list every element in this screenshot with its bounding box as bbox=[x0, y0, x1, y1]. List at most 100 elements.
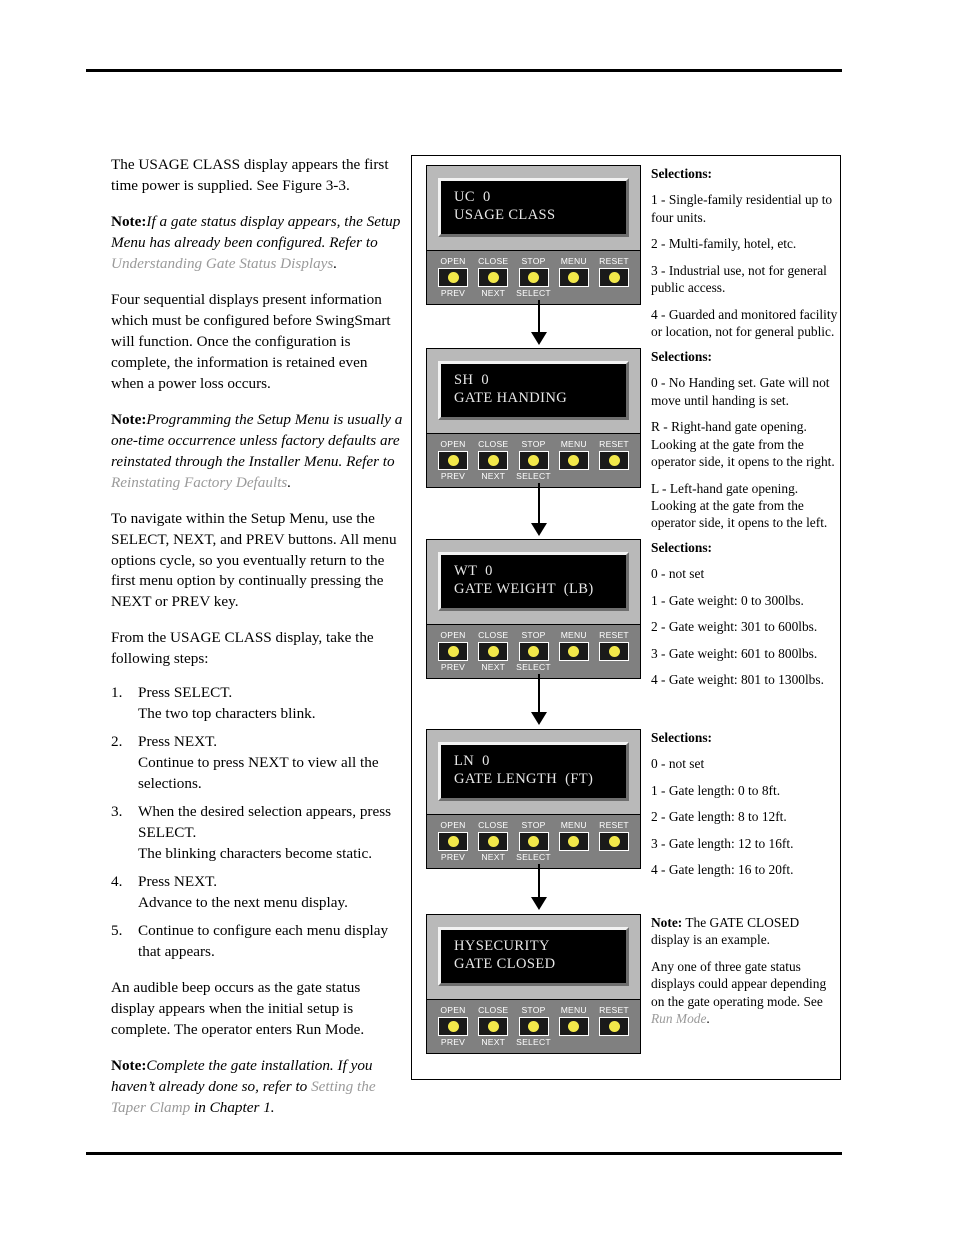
key-button[interactable] bbox=[599, 641, 629, 661]
key-button[interactable] bbox=[599, 831, 629, 851]
key-bottom-label bbox=[596, 1037, 632, 1048]
key-button[interactable] bbox=[438, 267, 468, 287]
key-button[interactable] bbox=[558, 267, 589, 287]
key-open-prev[interactable]: OPEN PREV bbox=[435, 1005, 471, 1048]
operator-panel: WT 0 GATE WEIGHT (LB) OPEN PREV CLOSE NE… bbox=[426, 539, 641, 679]
side-note-gate-closed: Note: The GATE CLOSED display is an exam… bbox=[651, 914, 841, 1028]
key-top-label: MENU bbox=[560, 255, 587, 266]
key-button[interactable] bbox=[518, 267, 549, 287]
step-line: Press NEXT. bbox=[138, 873, 218, 891]
led-icon bbox=[447, 645, 459, 657]
key-reset[interactable]: RESET bbox=[596, 256, 632, 299]
body-text-column: The USAGE CLASS display appears the firs… bbox=[111, 155, 403, 1134]
key-button[interactable] bbox=[599, 1016, 629, 1036]
flow-arrow bbox=[531, 864, 547, 910]
key-button[interactable] bbox=[438, 831, 468, 851]
key-menu[interactable]: MENU bbox=[556, 256, 592, 299]
keypad: OPEN PREV CLOSE NEXT STOP SELECT MENU RE… bbox=[427, 998, 640, 1053]
arrow-head-icon bbox=[531, 712, 547, 725]
key-bottom-label bbox=[556, 471, 592, 482]
key-top-label: STOP bbox=[521, 438, 546, 449]
key-button[interactable] bbox=[438, 450, 468, 470]
key-top-label: CLOSE bbox=[478, 1004, 509, 1015]
key-button[interactable] bbox=[558, 450, 589, 470]
key-stop-select[interactable]: STOP SELECT bbox=[516, 820, 552, 863]
key-reset[interactable]: RESET bbox=[596, 1005, 632, 1048]
key-stop-select[interactable]: STOP SELECT bbox=[516, 439, 552, 482]
side-note-heading: Note: The GATE CLOSED display is an exam… bbox=[651, 914, 841, 949]
key-button[interactable] bbox=[558, 831, 589, 851]
cross-reference-link[interactable]: Understanding Gate Status Displays bbox=[111, 255, 333, 272]
key-stop-select[interactable]: STOP SELECT bbox=[516, 1005, 552, 1048]
key-close-next[interactable]: CLOSE NEXT bbox=[475, 439, 511, 482]
key-menu[interactable]: MENU bbox=[556, 630, 592, 673]
side-item: 1 - Gate weight: 0 to 300lbs. bbox=[651, 592, 804, 608]
key-button[interactable] bbox=[518, 1016, 549, 1036]
arrow-shaft bbox=[537, 300, 541, 332]
step-body: Press NEXT. Continue to press NEXT to vi… bbox=[138, 732, 403, 795]
operator-panel: SH 0 GATE HANDING OPEN PREV CLOSE NEXT S… bbox=[426, 348, 641, 488]
led-icon bbox=[487, 645, 499, 657]
key-bottom-label: SELECT bbox=[516, 470, 551, 481]
note-gate-status-display: Note:If a gate status display appears, t… bbox=[111, 212, 403, 275]
note-label: Note: bbox=[111, 1056, 147, 1074]
lcd-display: LN 0 GATE LENGTH (FT) bbox=[438, 742, 629, 801]
key-open-prev[interactable]: OPEN PREV bbox=[435, 820, 471, 863]
key-close-next[interactable]: CLOSE NEXT bbox=[475, 630, 511, 673]
key-top-label: MENU bbox=[560, 1004, 587, 1015]
key-button[interactable] bbox=[478, 641, 509, 661]
key-button[interactable] bbox=[478, 267, 509, 287]
led-icon bbox=[528, 1020, 539, 1032]
paragraph-intro: The USAGE CLASS display appears the firs… bbox=[111, 156, 389, 194]
key-close-next[interactable]: CLOSE NEXT bbox=[475, 820, 511, 863]
key-reset[interactable]: RESET bbox=[596, 820, 632, 863]
side-item: 3 - Gate length: 12 to 16ft. bbox=[651, 835, 794, 851]
key-bottom-label bbox=[596, 471, 632, 482]
figure-setup-menu-flow: UC 0 USAGE CLASS OPEN PREV CLOSE NEXT ST… bbox=[411, 155, 841, 1080]
key-bottom-label bbox=[556, 662, 592, 673]
key-menu[interactable]: MENU bbox=[556, 439, 592, 482]
key-stop-select[interactable]: STOP SELECT bbox=[516, 630, 552, 673]
key-reset[interactable]: RESET bbox=[596, 630, 632, 673]
key-button[interactable] bbox=[558, 1016, 589, 1036]
key-menu[interactable]: MENU bbox=[556, 820, 592, 863]
page-header-rule bbox=[86, 69, 842, 72]
key-button[interactable] bbox=[438, 1016, 468, 1036]
key-open-prev[interactable]: OPEN PREV bbox=[435, 630, 471, 673]
key-top-label: STOP bbox=[521, 819, 546, 830]
led-icon bbox=[447, 271, 459, 283]
key-open-prev[interactable]: OPEN PREV bbox=[435, 439, 471, 482]
led-icon bbox=[487, 835, 499, 847]
key-bottom-label: PREV bbox=[440, 470, 466, 481]
cross-reference-link[interactable]: Reinstating Factory Defaults bbox=[111, 474, 287, 491]
key-bottom-label: PREV bbox=[440, 1036, 466, 1047]
key-button[interactable] bbox=[438, 641, 468, 661]
key-menu[interactable]: MENU bbox=[556, 1005, 592, 1048]
arrow-shaft bbox=[537, 674, 541, 712]
key-button[interactable] bbox=[558, 641, 589, 661]
key-button[interactable] bbox=[478, 450, 509, 470]
key-top-label: OPEN bbox=[440, 255, 466, 266]
key-stop-select[interactable]: STOP SELECT bbox=[516, 256, 552, 299]
key-button[interactable] bbox=[478, 831, 509, 851]
cross-reference-link[interactable]: Run Mode bbox=[651, 1011, 706, 1026]
key-bottom-label: NEXT bbox=[481, 661, 506, 672]
key-close-next[interactable]: CLOSE NEXT bbox=[475, 256, 511, 299]
key-reset[interactable]: RESET bbox=[596, 439, 632, 482]
key-button[interactable] bbox=[599, 450, 629, 470]
panel-screen-area: WT 0 GATE WEIGHT (LB) bbox=[427, 540, 640, 624]
keypad: OPEN PREV CLOSE NEXT STOP SELECT MENU RE… bbox=[427, 249, 640, 304]
key-top-label: STOP bbox=[521, 255, 546, 266]
key-open-prev[interactable]: OPEN PREV bbox=[435, 256, 471, 299]
key-bottom-label: PREV bbox=[440, 851, 466, 862]
led-icon bbox=[608, 454, 620, 466]
side-item: 3 - Industrial use, not for general publ… bbox=[651, 262, 827, 296]
key-button[interactable] bbox=[518, 831, 549, 851]
key-close-next[interactable]: CLOSE NEXT bbox=[475, 1005, 511, 1048]
led-icon bbox=[528, 835, 539, 847]
key-button[interactable] bbox=[599, 267, 629, 287]
key-button[interactable] bbox=[478, 1016, 509, 1036]
key-button[interactable] bbox=[518, 641, 549, 661]
key-top-label: RESET bbox=[599, 255, 629, 266]
key-button[interactable] bbox=[518, 450, 549, 470]
